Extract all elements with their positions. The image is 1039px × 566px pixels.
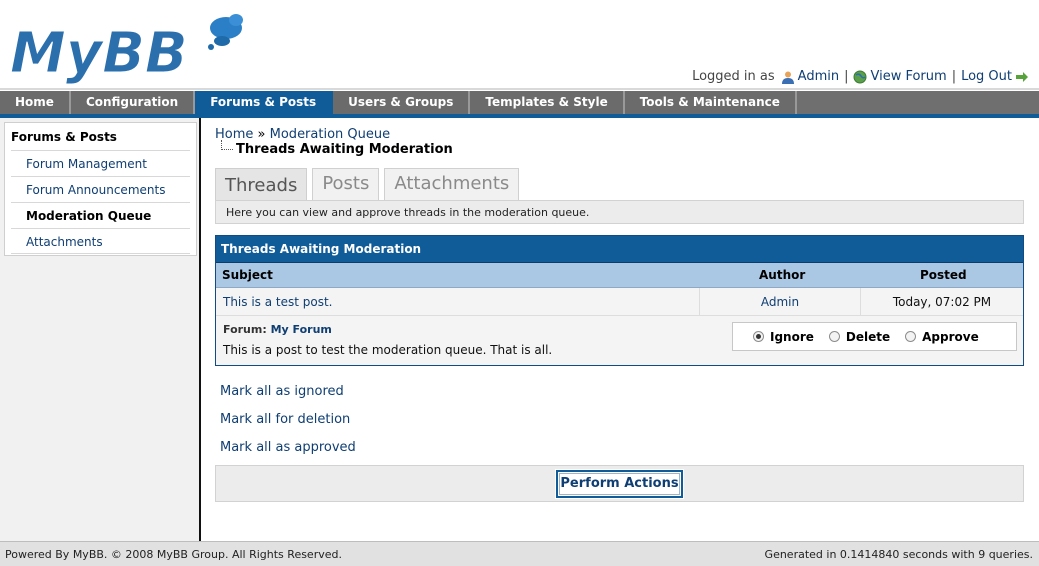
user-profile-link[interactable]: Admin	[798, 69, 839, 84]
sidebar-item-forum-announcements[interactable]: Forum Announcements	[11, 176, 190, 202]
forum-label: Forum:	[223, 323, 267, 336]
separator: |	[951, 69, 957, 84]
thread-author-link[interactable]: Admin	[699, 288, 861, 316]
mark-all-ignored-link[interactable]: Mark all as ignored	[220, 384, 356, 412]
main-menu: Home Configuration Forums & Posts Users …	[0, 91, 1039, 118]
form-actions-bar: Perform Actions	[215, 465, 1024, 502]
tab-threads[interactable]: Threads	[215, 168, 308, 200]
footer-copyright: Powered By MyBB. © 2008 MyBB Group. All …	[5, 548, 342, 561]
sidebar-menu-box: Forums & Posts Forum Management Forum An…	[4, 122, 197, 256]
separator: |	[844, 69, 849, 84]
menu-item-users-groups[interactable]: Users & Groups	[333, 91, 471, 114]
breadcrumb-current: Threads Awaiting Moderation	[221, 140, 453, 157]
option-ignore[interactable]: Ignore	[753, 330, 814, 344]
table-row: This is a test post. Admin Today, 07:02 …	[216, 288, 1023, 316]
sidebar-item-forum-management[interactable]: Forum Management	[11, 150, 190, 176]
view-forum-link[interactable]: View Forum	[870, 69, 946, 84]
menu-item-configuration[interactable]: Configuration	[70, 91, 196, 114]
breadcrumb-moderation-queue-link[interactable]: Moderation Queue	[270, 127, 390, 142]
tab-description: Here you can view and approve threads in…	[215, 200, 1024, 224]
post-message: This is a post to test the moderation qu…	[223, 343, 553, 357]
sidebar-title: Forums & Posts	[11, 130, 117, 144]
thread-posted-date: Today, 07:02 PM	[892, 295, 992, 309]
mark-all-links: Mark all as ignored Mark all for deletio…	[220, 384, 356, 468]
logged-in-label: Logged in as	[692, 69, 775, 84]
breadcrumb: Home » Moderation Queue	[215, 127, 390, 142]
menu-item-templates-style[interactable]: Templates & Style	[470, 91, 625, 114]
mark-all-approved-link[interactable]: Mark all as approved	[220, 440, 356, 468]
footer-generation-stats: Generated in 0.1414840 seconds with 9 qu…	[764, 548, 1033, 561]
forum-line: Forum: My Forum	[223, 323, 332, 336]
mybb-logo[interactable]: MyBB	[8, 8, 248, 84]
mark-all-deletion-link[interactable]: Mark all for deletion	[220, 412, 356, 440]
logo-text: MyBB	[10, 21, 188, 84]
moderation-table: Threads Awaiting Moderation Subject Auth…	[215, 235, 1024, 366]
moderation-action-options: Ignore Delete Approve	[732, 322, 1017, 351]
option-approve[interactable]: Approve	[905, 330, 979, 344]
breadcrumb-separator: »	[257, 127, 266, 142]
ignore-label: Ignore	[770, 329, 814, 344]
footer: Powered By MyBB. © 2008 MyBB Group. All …	[0, 541, 1039, 566]
approve-radio[interactable]	[905, 331, 917, 342]
menu-item-tools-maintenance[interactable]: Tools & Maintenance	[624, 91, 797, 114]
tree-connector	[221, 140, 233, 150]
ignore-radio[interactable]	[753, 331, 764, 342]
delete-radio[interactable]	[828, 331, 840, 342]
globe-icon	[853, 70, 867, 83]
header-divider	[0, 88, 1039, 90]
user-bar: Logged in as Admin | View Forum | Log Ou…	[692, 69, 1029, 84]
sidebar-item-moderation-queue[interactable]: Moderation Queue	[11, 202, 190, 228]
table-row-details: Forum: My Forum This is a post to test t…	[216, 316, 1023, 365]
menu-item-home[interactable]: Home	[0, 91, 71, 114]
arrow-right-icon	[1016, 71, 1028, 82]
sidebar-item-attachments[interactable]: Attachments	[11, 228, 190, 254]
sidebar: Forums & Posts Forum Management Forum An…	[0, 118, 201, 541]
option-delete[interactable]: Delete	[828, 329, 891, 344]
thread-subject-link[interactable]: This is a test post.	[223, 288, 333, 316]
column-header-posted: Posted	[920, 268, 967, 282]
perform-actions-button[interactable]: Perform Actions	[555, 469, 684, 499]
table-title: Threads Awaiting Moderation	[216, 236, 1023, 263]
approve-label: Approve	[922, 329, 979, 344]
column-header-subject: Subject	[222, 268, 273, 282]
column-header-author: Author	[759, 268, 806, 282]
menu-item-forums-posts[interactable]: Forums & Posts	[195, 91, 334, 114]
tab-attachments[interactable]: Attachments	[384, 168, 520, 200]
delete-label: Delete	[845, 329, 891, 344]
tabs: Threads Posts Attachments	[215, 168, 524, 200]
forum-name-link[interactable]: My Forum	[271, 323, 332, 336]
tab-posts[interactable]: Posts	[312, 168, 380, 200]
user-icon	[781, 71, 794, 84]
header: MyBB Logged in as Admin | View Forum | L…	[0, 0, 1039, 92]
column-headers: Subject Author Posted	[216, 263, 1023, 288]
main-content: Home » Moderation Queue Threads Awaiting…	[215, 118, 1024, 538]
log-out-link[interactable]: Log Out	[961, 69, 1012, 84]
page-title: Threads Awaiting Moderation	[236, 142, 453, 157]
